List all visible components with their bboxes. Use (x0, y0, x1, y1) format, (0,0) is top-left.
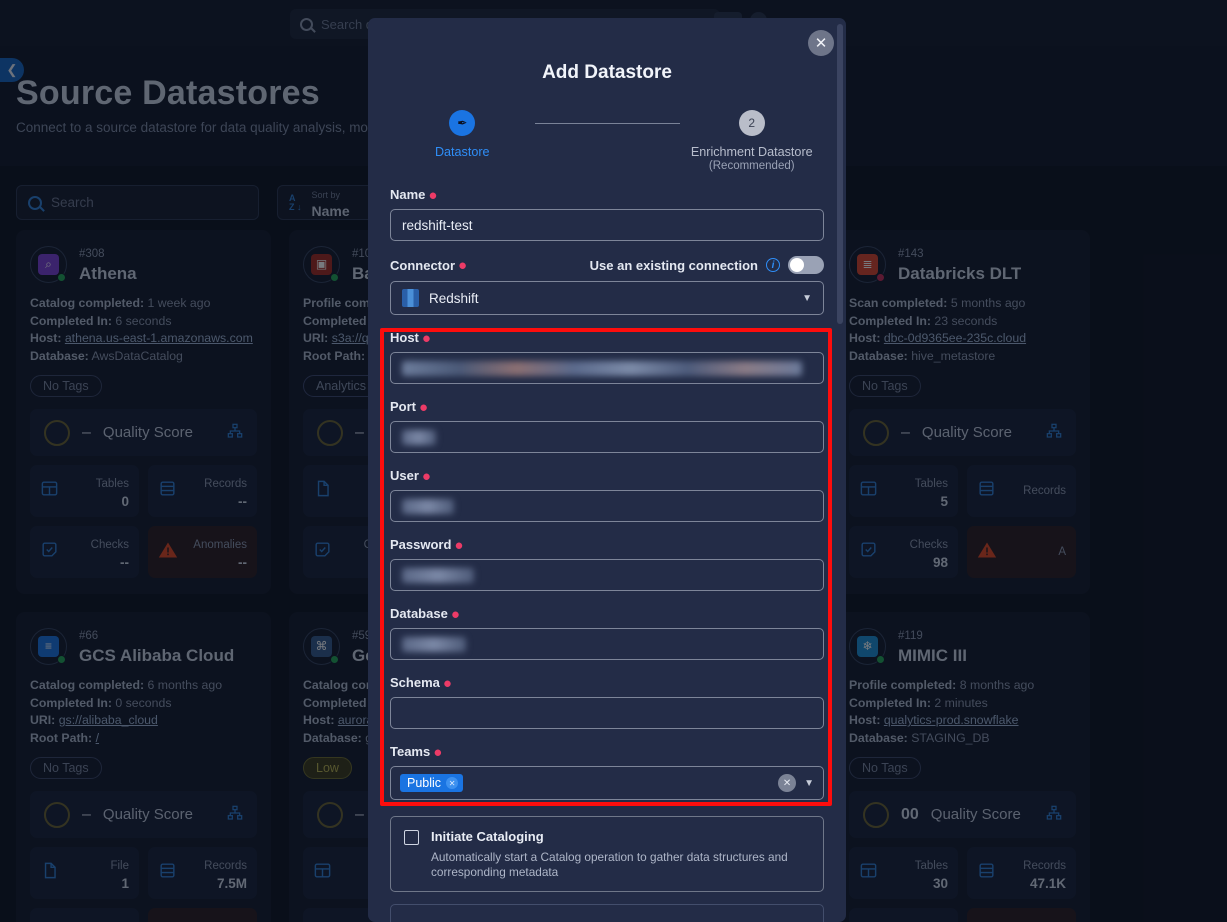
field-label: Password ● (390, 536, 824, 554)
clear-icon[interactable]: ✕ (778, 774, 797, 792)
field-label-text: Port (390, 399, 416, 414)
required-marker: ● (450, 605, 460, 623)
add-datastore-modal: ✕ Add Datastore ✒ Datastore 2 Enrichment… (368, 18, 846, 922)
field-label-text: Schema (390, 675, 440, 690)
field-label-text: User (390, 468, 419, 483)
step-1-badge: ✒ (449, 110, 476, 136)
required-marker: ● (428, 186, 438, 204)
field-password: Password ● (390, 537, 824, 591)
schema-input[interactable] (390, 697, 824, 729)
name-input-value: redshift-test (402, 217, 473, 233)
team-chip-label: Public (407, 776, 442, 790)
name-label: Name ● (390, 186, 824, 204)
connector-select[interactable]: Redshift ▼ (390, 281, 824, 315)
use-existing-connection-row: Use an existing connection i (590, 256, 824, 274)
name-label-text: Name (390, 187, 426, 202)
required-marker: ● (458, 257, 468, 275)
teams-label: Teams ● (390, 743, 824, 761)
step-2-sublabel: (Recommended) (708, 160, 795, 172)
redacted-value (402, 636, 466, 652)
field-user: User ● (390, 468, 824, 522)
redacted-value (402, 360, 802, 376)
stepper-connector (534, 123, 680, 124)
next-section-placeholder (390, 904, 824, 922)
connection-fields: Host ● Port ● User ● Password ● Database ● Schema ● (390, 330, 824, 729)
host-input[interactable] (390, 352, 824, 384)
teams-label-text: Teams (390, 744, 431, 759)
initiate-cataloging-description: Automatically start a Catalog operation … (431, 850, 788, 879)
field-label: User ● (390, 467, 824, 485)
redacted-value (402, 429, 436, 445)
modal-title: Add Datastore (542, 62, 672, 83)
field-host: Host ● (390, 330, 824, 384)
required-marker: ● (421, 329, 431, 347)
redshift-icon (402, 289, 419, 307)
field-label: Schema ● (390, 674, 824, 692)
use-existing-connection-label: Use an existing connection (589, 257, 758, 273)
field-label-text: Password (390, 537, 452, 552)
field-label-text: Database (390, 606, 448, 621)
redacted-value (402, 498, 454, 514)
step-enrichment-datastore[interactable]: 2 Enrichment Datastore (Recommended) (680, 110, 825, 172)
field-port: Port ● (390, 399, 824, 453)
step-2-badge: 2 (738, 110, 765, 136)
connector-label: Connector ● (390, 257, 468, 275)
step-1-label: Datastore (434, 145, 490, 159)
teams-multiselect[interactable]: Public ✕ ✕ ▼ (390, 766, 824, 800)
password-input[interactable] (390, 559, 824, 591)
team-chip[interactable]: Public ✕ (400, 774, 464, 792)
required-marker: ● (419, 398, 429, 416)
required-marker: ● (442, 674, 452, 692)
port-input[interactable] (390, 421, 824, 453)
connector-label-text: Connector (390, 257, 455, 273)
step-datastore[interactable]: ✒ Datastore (390, 110, 535, 159)
teams-field-group: Teams ● Public ✕ ✕ ▼ (390, 744, 824, 800)
screen: Search datastores ❮ Source Datastores Co… (0, 0, 1227, 922)
field-label-text: Host (390, 330, 419, 345)
chevron-down-icon: ▼ (802, 292, 812, 304)
redacted-value (402, 567, 474, 583)
field-label: Database ● (390, 605, 824, 623)
field-schema: Schema ● (390, 675, 824, 729)
field-label: Host ● (390, 329, 824, 347)
connector-value: Redshift (429, 290, 479, 306)
name-input[interactable]: redshift-test (390, 209, 824, 241)
initiate-cataloging-checkbox[interactable] (404, 830, 419, 845)
required-marker: ● (433, 743, 443, 761)
connector-field-group: Connector ● Use an existing connection i … (390, 256, 824, 315)
modal-body: Add Datastore ✒ Datastore 2 Enrichment D… (368, 18, 846, 922)
field-database: Database ● (390, 606, 824, 660)
required-marker: ● (454, 536, 464, 554)
stepper: ✒ Datastore 2 Enrichment Datastore (Reco… (390, 110, 824, 172)
use-existing-connection-toggle[interactable] (788, 256, 824, 274)
initiate-cataloging-title: Initiate Cataloging (431, 829, 544, 844)
initiate-cataloging-option[interactable]: Initiate Cataloging Automatically start … (390, 816, 824, 892)
close-icon[interactable]: ✕ (446, 777, 459, 789)
close-icon[interactable]: ✕ (808, 30, 834, 56)
info-icon[interactable]: i (766, 258, 780, 272)
name-field-group: Name ● redshift-test (390, 187, 824, 241)
database-input[interactable] (390, 628, 824, 660)
required-marker: ● (421, 467, 431, 485)
field-label: Port ● (390, 398, 824, 416)
step-2-label: Enrichment Datastore (690, 145, 813, 159)
user-input[interactable] (390, 490, 824, 522)
chevron-down-icon[interactable]: ▼ (804, 778, 814, 789)
